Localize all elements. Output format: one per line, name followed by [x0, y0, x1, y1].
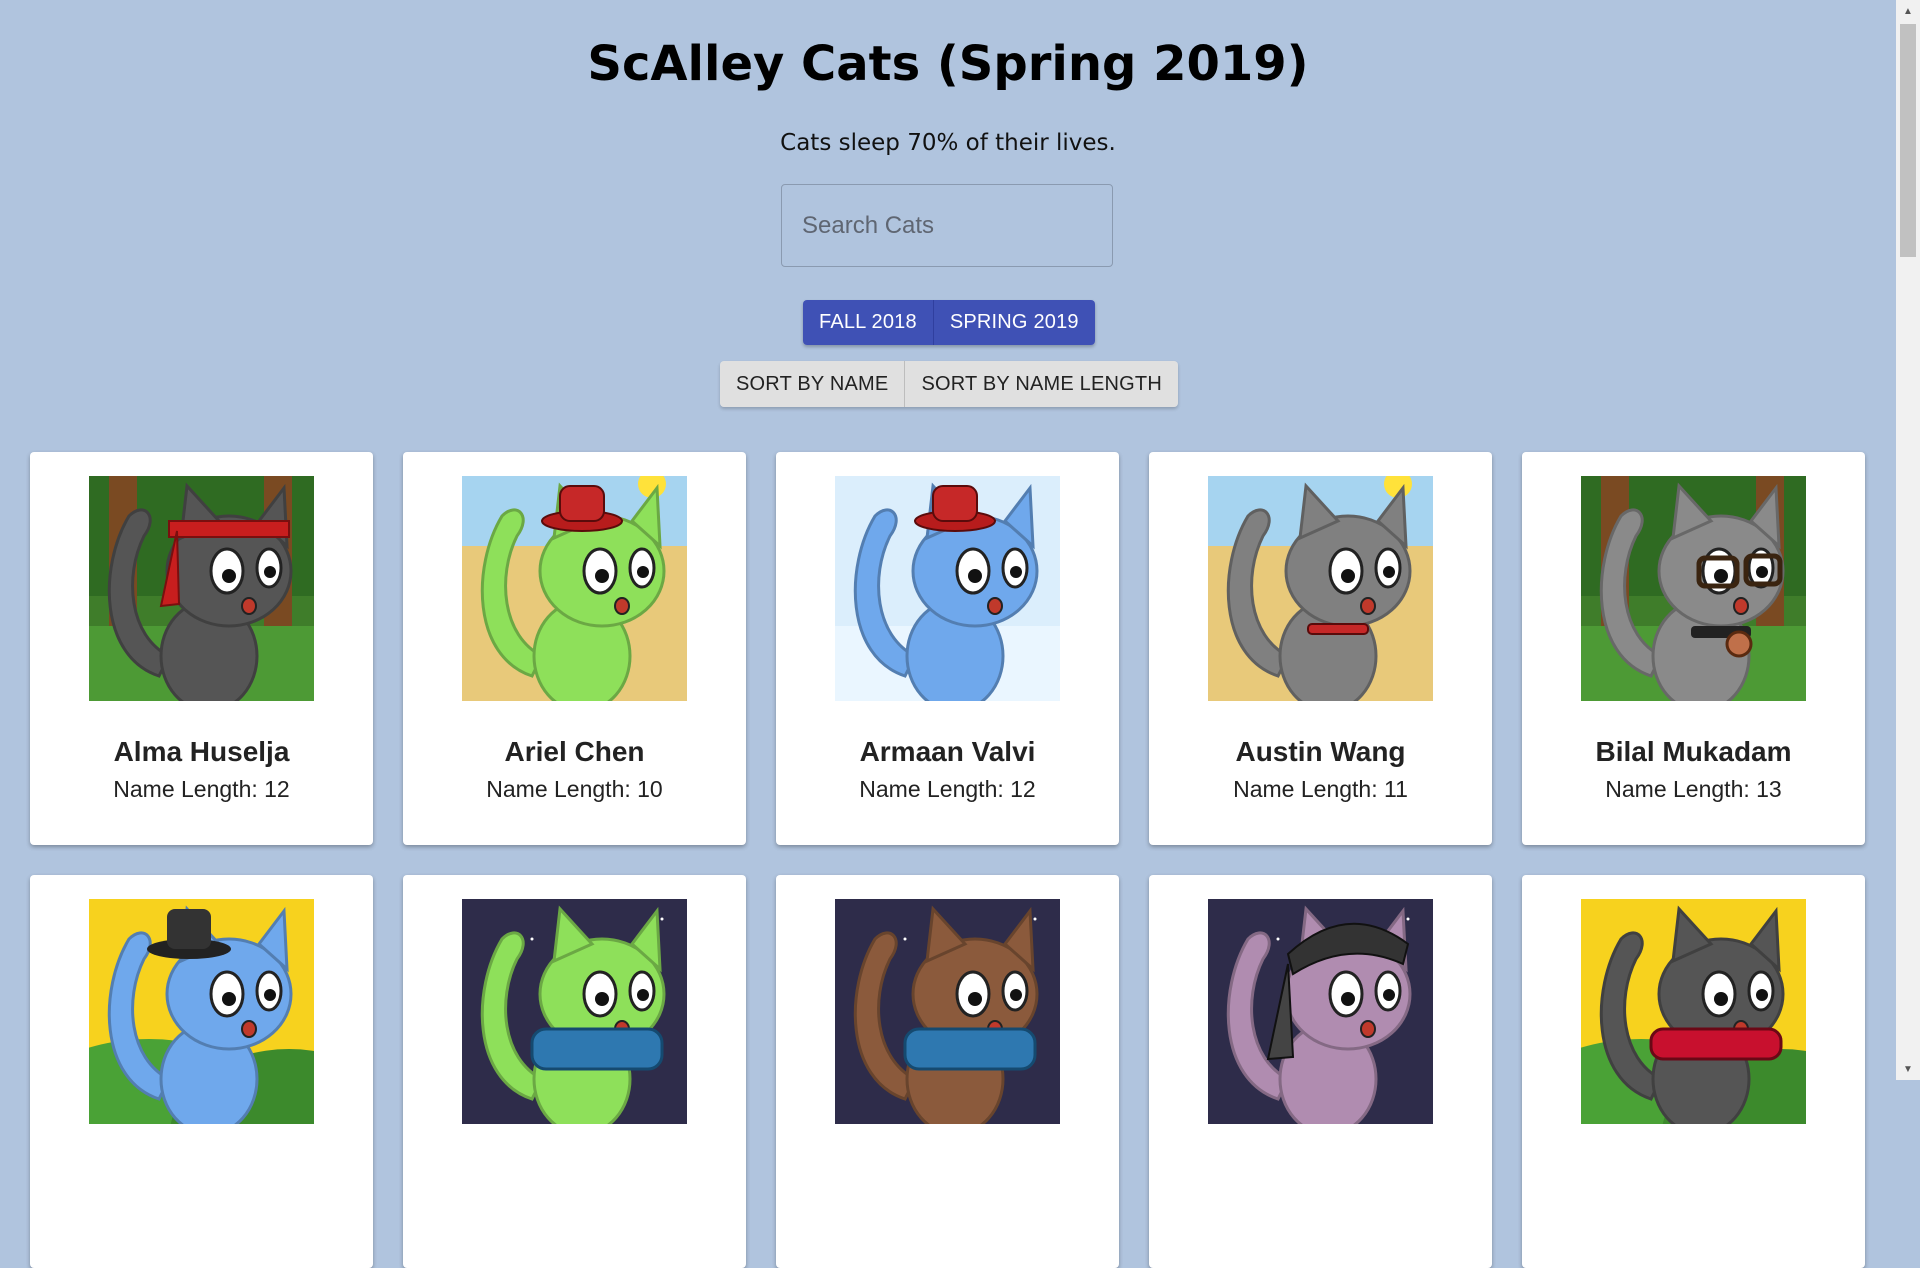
cat-avatar: [1581, 899, 1806, 1124]
cat-name-length: Name Length: 11: [1233, 776, 1408, 802]
page: ScAlley Cats (Spring 2019) Cats sleep 70…: [0, 0, 1896, 1268]
semester-toggle: FALL 2018 SPRING 2019: [803, 300, 1095, 345]
cat-avatar: [835, 899, 1060, 1124]
cat-card[interactable]: [403, 875, 746, 1268]
cat-avatar: [835, 476, 1060, 701]
scroll-up-arrow-icon[interactable]: ▲: [1896, 0, 1920, 22]
cat-avatar: [462, 899, 687, 1124]
sort-by-name-length-button[interactable]: SORT BY NAME LENGTH: [904, 361, 1178, 407]
scroll-down-arrow-icon[interactable]: ▼: [1896, 1058, 1920, 1080]
cat-card[interactable]: [30, 875, 373, 1268]
cat-name: Bilal Mukadam: [1595, 736, 1792, 767]
sort-toggle: SORT BY NAME SORT BY NAME LENGTH: [720, 361, 1178, 407]
cat-avatar: [462, 476, 687, 701]
cat-avatar: [89, 476, 314, 701]
cat-name: Austin Wang: [1235, 736, 1406, 767]
cat-card[interactable]: Armaan Valvi Name Length: 12: [776, 452, 1119, 845]
sort-by-name-button[interactable]: SORT BY NAME: [720, 361, 905, 407]
cat-name-length: Name Length: 10: [486, 776, 663, 802]
cat-card[interactable]: [1522, 875, 1865, 1268]
cat-avatar: [1208, 899, 1433, 1124]
cat-avatar: [89, 899, 314, 1124]
cat-name: Ariel Chen: [504, 736, 645, 767]
cat-name: Armaan Valvi: [859, 736, 1036, 767]
spring-2019-button[interactable]: SPRING 2019: [932, 300, 1095, 345]
page-title: ScAlley Cats (Spring 2019): [587, 36, 1309, 92]
search-input[interactable]: [781, 184, 1113, 267]
cat-name: Alma Huselja: [113, 736, 290, 767]
fall-2018-button[interactable]: FALL 2018: [803, 300, 933, 345]
cat-card[interactable]: Bilal Mukadam Name Length: 13: [1522, 452, 1865, 845]
scrollbar[interactable]: ▲ ▼: [1896, 0, 1920, 1080]
scroll-thumb[interactable]: [1900, 24, 1916, 257]
cat-name-length: Name Length: 12: [113, 776, 290, 802]
cat-card[interactable]: Ariel Chen Name Length: 10: [403, 452, 746, 845]
cat-card[interactable]: Austin Wang Name Length: 11: [1149, 452, 1492, 845]
cat-fact: Cats sleep 70% of their lives.: [780, 130, 1116, 156]
cat-avatar: [1208, 476, 1433, 701]
cat-card[interactable]: [776, 875, 1119, 1268]
cat-name-length: Name Length: 12: [859, 776, 1036, 802]
cat-name-length: Name Length: 13: [1605, 776, 1782, 802]
cat-card[interactable]: Alma Huselja Name Length: 12: [30, 452, 373, 845]
cat-card[interactable]: [1149, 875, 1492, 1268]
cat-avatar: [1581, 476, 1806, 701]
